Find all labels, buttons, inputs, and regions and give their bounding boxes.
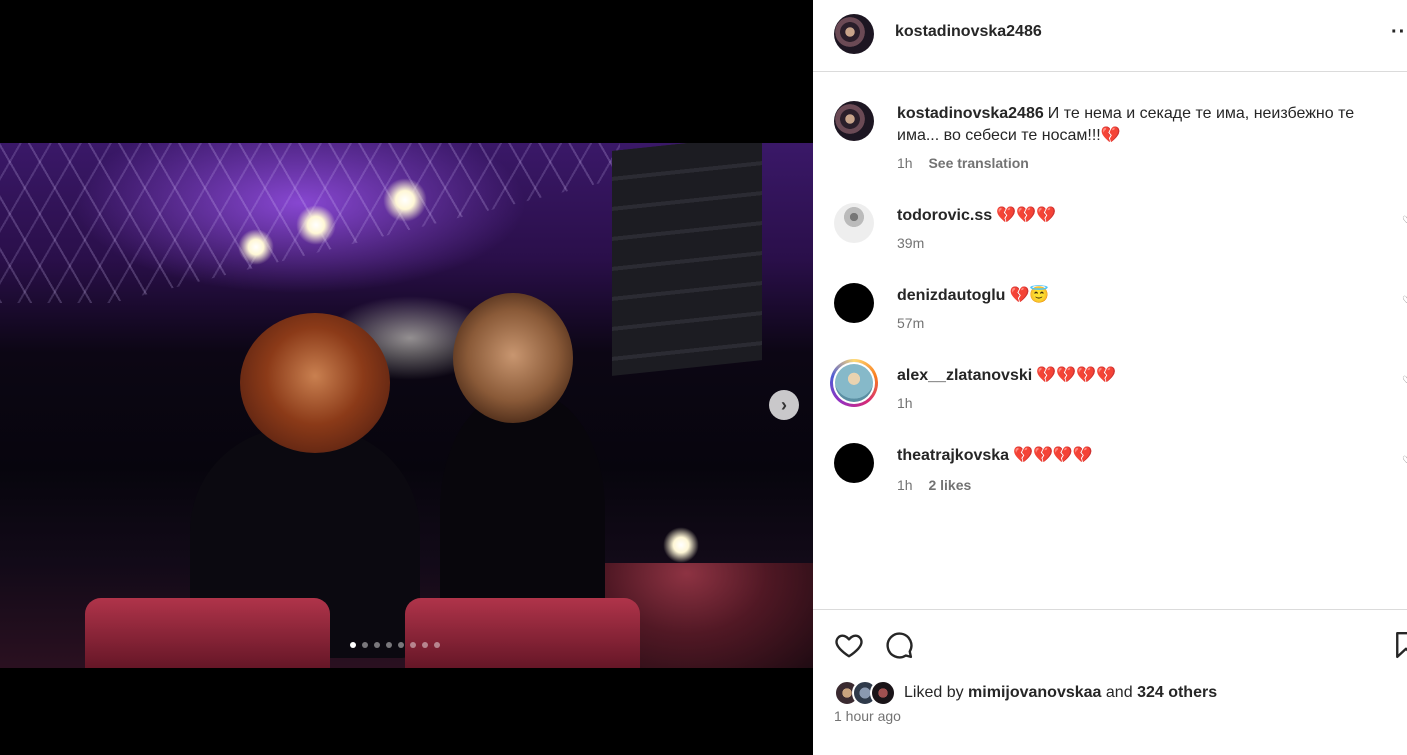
liked-by-and: and xyxy=(1105,684,1133,701)
comment-time: 57m xyxy=(897,315,925,331)
comment-time: 1h xyxy=(897,395,913,411)
comment-like-heart-icon[interactable]: ♡ xyxy=(1402,295,1407,307)
post-time-ago[interactable]: 1 hour ago xyxy=(834,708,901,724)
commenter-avatar[interactable] xyxy=(834,203,874,243)
comment-bubble-icon[interactable] xyxy=(884,630,914,660)
comment-username[interactable]: theatrajkovska xyxy=(897,447,1009,464)
carousel-dot[interactable] xyxy=(374,642,380,648)
carousel-dot[interactable] xyxy=(422,642,428,648)
chair xyxy=(405,598,640,668)
comment-body: 💔💔💔 xyxy=(996,207,1056,224)
caption-meta: 1h See translation xyxy=(897,155,1041,171)
comment-username[interactable]: denizdautoglu xyxy=(897,287,1005,304)
author-avatar[interactable] xyxy=(834,14,874,54)
comment-time: 1h xyxy=(897,477,913,493)
see-translation-link[interactable]: See translation xyxy=(928,155,1028,171)
liked-by-user[interactable]: mimijovanovskaa xyxy=(968,684,1101,701)
liked-by-row: Liked by mimijovanovskaa and 324 others xyxy=(834,680,1217,706)
comment-body: 💔😇 xyxy=(1009,287,1050,304)
comment-like-heart-icon[interactable]: ♡ xyxy=(1402,455,1407,467)
liked-by-text: Liked by mimijovanovskaa and 324 others xyxy=(904,684,1217,702)
liker-avatar[interactable] xyxy=(870,680,896,706)
person-right-head xyxy=(453,293,573,423)
comment-text: theatrajkovska 💔💔💔💔 xyxy=(897,445,1397,467)
post-photo[interactable] xyxy=(0,143,813,668)
comment-username[interactable]: alex__zlatanovski xyxy=(897,367,1032,384)
chevron-right-icon: › xyxy=(781,394,787,415)
comment-body: 💔💔💔💔 xyxy=(1036,367,1116,384)
caption-time: 1h xyxy=(897,155,913,171)
comment-username[interactable]: todorovic.ss xyxy=(897,207,992,224)
stage-light xyxy=(296,205,336,245)
comment-meta: 39m xyxy=(897,235,936,251)
author-username[interactable]: kostadinovska2486 xyxy=(895,23,1042,41)
comment-text: denizdautoglu 💔😇 xyxy=(897,285,1397,307)
comment-text: alex__zlatanovski 💔💔💔💔 xyxy=(897,365,1397,387)
comment-like-heart-icon[interactable]: ♡ xyxy=(1402,375,1407,387)
person-left-head xyxy=(240,313,390,453)
media-panel: › xyxy=(0,0,813,755)
more-options-icon[interactable]: ·· xyxy=(1391,22,1407,44)
comment-meta: 1h xyxy=(897,395,925,411)
post-header: kostadinovska2486 ·· xyxy=(813,0,1407,72)
comments-list: kostadinovska2486 И те нема и секаде те и… xyxy=(813,72,1407,609)
next-slide-button[interactable]: › xyxy=(769,390,799,420)
stage-light xyxy=(238,229,274,265)
author-avatar[interactable] xyxy=(834,101,874,141)
carousel-dot[interactable] xyxy=(386,642,392,648)
comment-likes-link[interactable]: 2 likes xyxy=(928,477,971,493)
carousel-dot[interactable] xyxy=(410,642,416,648)
instagram-post-modal: › kostadinovska2486 ·· kostadinovska2486… xyxy=(0,0,1407,755)
carousel-dot[interactable] xyxy=(434,642,440,648)
carousel-dots xyxy=(350,642,440,648)
commenter-avatar[interactable] xyxy=(834,443,874,483)
comment-like-heart-icon[interactable]: ♡ xyxy=(1402,215,1407,227)
comment-time: 39m xyxy=(897,235,925,251)
bookmark-icon[interactable] xyxy=(1391,630,1407,660)
comment-meta: 1h 2 likes xyxy=(897,477,983,493)
stage-light xyxy=(663,527,699,563)
carousel-dot[interactable] xyxy=(362,642,368,648)
comment-meta: 57m xyxy=(897,315,936,331)
liked-by-others[interactable]: 324 others xyxy=(1137,684,1217,701)
caption-text: kostadinovska2486 И те нема и секаде те и… xyxy=(897,103,1397,147)
carousel-dot[interactable] xyxy=(398,642,404,648)
chair xyxy=(85,598,330,668)
commenter-avatar-story-ring[interactable] xyxy=(830,359,878,407)
carousel-dot[interactable] xyxy=(350,642,356,648)
post-side-panel: kostadinovska2486 ·· kostadinovska2486 И … xyxy=(813,0,1407,755)
speaker-stack xyxy=(612,143,762,376)
liked-by-prefix: Liked by xyxy=(904,684,964,701)
comment-body: 💔💔💔💔 xyxy=(1013,447,1093,464)
comment-text: todorovic.ss 💔💔💔 xyxy=(897,205,1397,227)
commenter-avatar[interactable] xyxy=(834,283,874,323)
post-actions: Liked by mimijovanovskaa and 324 others … xyxy=(813,609,1407,755)
stage-light xyxy=(383,178,427,222)
heart-outline-icon[interactable] xyxy=(834,630,864,660)
caption-username[interactable]: kostadinovska2486 xyxy=(897,105,1044,122)
